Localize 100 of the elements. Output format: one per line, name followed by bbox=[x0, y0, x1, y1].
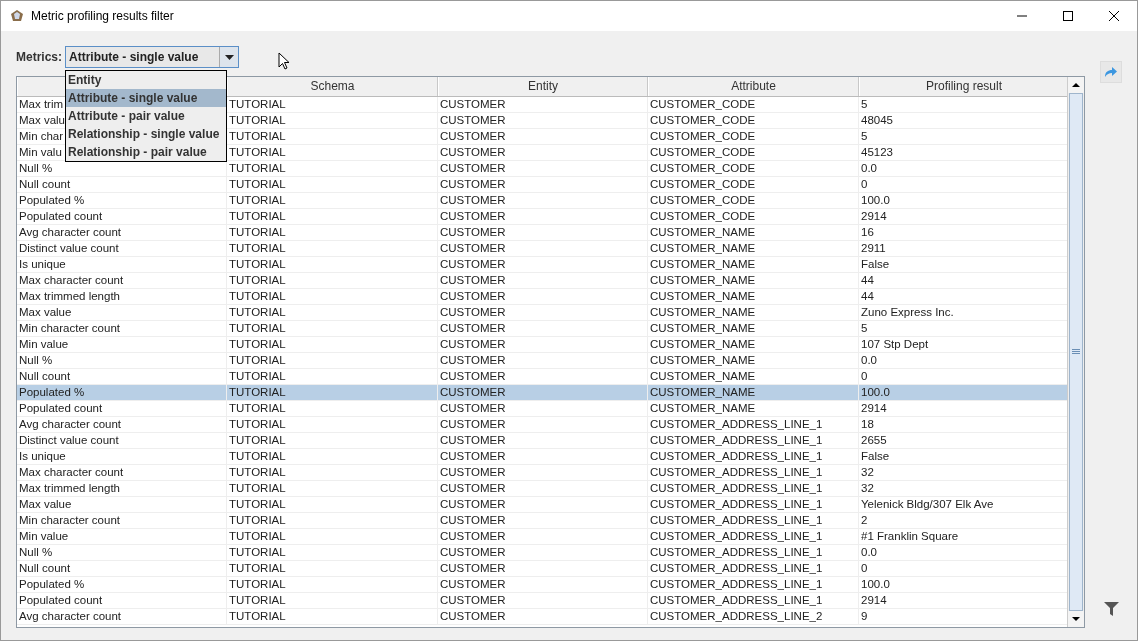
table-cell: Populated % bbox=[19, 194, 85, 206]
table-cell: TUTORIAL bbox=[229, 370, 286, 382]
table-cell: TUTORIAL bbox=[229, 242, 286, 254]
table-cell: CUSTOMER bbox=[440, 226, 506, 238]
table-cell: TUTORIAL bbox=[229, 466, 286, 478]
table-cell: TUTORIAL bbox=[229, 130, 286, 142]
table-cell: Null % bbox=[19, 162, 53, 174]
table-cell: 0 bbox=[861, 370, 868, 382]
table-cell: CUSTOMER_ADDRESS_LINE_1 bbox=[650, 434, 823, 446]
table-cell: TUTORIAL bbox=[229, 290, 286, 302]
table-cell: CUSTOMER_CODE bbox=[650, 130, 756, 142]
table-cell: CUSTOMER bbox=[440, 418, 506, 430]
table-cell: 5 bbox=[861, 98, 868, 110]
table-cell: TUTORIAL bbox=[229, 530, 286, 542]
table-cell: Avg character count bbox=[19, 418, 122, 430]
table-cell: Populated count bbox=[19, 210, 103, 222]
table-cell: 0 bbox=[861, 178, 868, 190]
table-cell: TUTORIAL bbox=[229, 338, 286, 350]
table-cell: 2655 bbox=[861, 434, 887, 446]
table-cell: CUSTOMER bbox=[440, 530, 506, 542]
table-cell: CUSTOMER bbox=[440, 386, 506, 398]
table-cell: CUSTOMER_ADDRESS_LINE_1 bbox=[650, 578, 823, 590]
table-cell: Min char bbox=[19, 130, 64, 142]
table-cell: CUSTOMER_CODE bbox=[650, 162, 756, 174]
table-cell: CUSTOMER bbox=[440, 146, 506, 158]
table-cell: False bbox=[861, 450, 890, 462]
table-cell: TUTORIAL bbox=[229, 386, 286, 398]
table-cell: CUSTOMER bbox=[440, 594, 506, 606]
table-cell: CUSTOMER bbox=[440, 242, 506, 254]
table-cell: TUTORIAL bbox=[229, 418, 286, 430]
table-cell: CUSTOMER_ADDRESS_LINE_1 bbox=[650, 450, 823, 462]
table-cell: Max character count bbox=[19, 466, 124, 478]
table-cell: 45123 bbox=[861, 146, 893, 158]
table-cell: CUSTOMER bbox=[440, 194, 506, 206]
table-cell: Null % bbox=[19, 354, 53, 366]
table-cell: Populated % bbox=[19, 578, 85, 590]
table-cell: CUSTOMER bbox=[440, 610, 506, 622]
table-cell: CUSTOMER_NAME bbox=[650, 338, 756, 350]
table-cell: 100.0 bbox=[861, 194, 890, 206]
table-cell: TUTORIAL bbox=[229, 546, 286, 558]
table-cell: TUTORIAL bbox=[229, 306, 286, 318]
table-cell: TUTORIAL bbox=[229, 178, 286, 190]
table-cell: Min value bbox=[19, 530, 69, 542]
table-cell: CUSTOMER_ADDRESS_LINE_2 bbox=[650, 610, 823, 622]
table-cell: CUSTOMER_NAME bbox=[650, 306, 756, 318]
table-cell: CUSTOMER bbox=[440, 450, 506, 462]
table-cell: CUSTOMER bbox=[440, 274, 506, 286]
table-cell: TUTORIAL bbox=[229, 514, 286, 526]
table-cell: False bbox=[861, 258, 890, 270]
table-cell: CUSTOMER bbox=[440, 546, 506, 558]
table-cell: CUSTOMER_NAME bbox=[650, 386, 756, 398]
table-cell: 32 bbox=[861, 482, 874, 494]
table-cell: 9 bbox=[861, 610, 868, 622]
table-cell: 2914 bbox=[861, 402, 887, 414]
table-cell: CUSTOMER_NAME bbox=[650, 370, 756, 382]
table-cell: TUTORIAL bbox=[229, 594, 286, 606]
window-title: Metric profiling results filter bbox=[31, 9, 174, 23]
table-cell: CUSTOMER_NAME bbox=[650, 290, 756, 302]
table-cell: 0.0 bbox=[861, 162, 877, 174]
table-cell: CUSTOMER bbox=[440, 434, 506, 446]
table-cell: Max value bbox=[19, 306, 72, 318]
table-cell: CUSTOMER_CODE bbox=[650, 114, 756, 126]
table-cell: 16 bbox=[861, 226, 874, 238]
table-cell: Null % bbox=[19, 546, 53, 558]
table-cell: CUSTOMER_ADDRESS_LINE_1 bbox=[650, 530, 823, 542]
table-cell: 5 bbox=[861, 322, 868, 334]
table-cell: CUSTOMER_NAME bbox=[650, 402, 756, 414]
table-cell: Is unique bbox=[19, 450, 66, 462]
table-cell: CUSTOMER bbox=[440, 402, 506, 414]
table-cell: CUSTOMER_NAME bbox=[650, 322, 756, 334]
table-cell: Populated % bbox=[19, 386, 85, 398]
table-cell: 2 bbox=[861, 514, 868, 526]
table-cell: 0.0 bbox=[861, 354, 877, 366]
table-cell: TUTORIAL bbox=[229, 226, 286, 238]
table-cell: CUSTOMER_CODE bbox=[650, 98, 756, 110]
table-cell: Null count bbox=[19, 562, 71, 574]
table-cell: CUSTOMER_ADDRESS_LINE_1 bbox=[650, 594, 823, 606]
table-cell: 2911 bbox=[861, 242, 886, 254]
table-cell: Avg character count bbox=[19, 610, 122, 622]
table-cell: TUTORIAL bbox=[229, 322, 286, 334]
table-cell: TUTORIAL bbox=[229, 578, 286, 590]
table-cell: CUSTOMER_ADDRESS_LINE_1 bbox=[650, 466, 823, 478]
table-cell: CUSTOMER bbox=[440, 354, 506, 366]
table-cell: CUSTOMER_NAME bbox=[650, 354, 756, 366]
table-cell: TUTORIAL bbox=[229, 146, 286, 158]
table-cell: CUSTOMER_NAME bbox=[650, 242, 756, 254]
table-cell: Min value bbox=[19, 338, 69, 350]
table-cell: CUSTOMER_CODE bbox=[650, 146, 756, 158]
table-cell: CUSTOMER bbox=[440, 290, 506, 302]
table-cell: 0 bbox=[861, 562, 868, 574]
table-cell: TUTORIAL bbox=[229, 610, 286, 622]
table-cell: CUSTOMER bbox=[440, 130, 506, 142]
table-cell: CUSTOMER bbox=[440, 562, 506, 574]
table-cell: Distinct value count bbox=[19, 242, 119, 254]
table-cell: Yelenick Bldg/307 Elk Ave bbox=[861, 498, 994, 510]
table-cell: TUTORIAL bbox=[229, 210, 286, 222]
table-cell: #1 Franklin Square bbox=[861, 530, 959, 542]
table-cell: CUSTOMER_ADDRESS_LINE_1 bbox=[650, 498, 823, 510]
table-cell: CUSTOMER bbox=[440, 210, 506, 222]
table-cell: CUSTOMER_ADDRESS_LINE_1 bbox=[650, 482, 823, 494]
